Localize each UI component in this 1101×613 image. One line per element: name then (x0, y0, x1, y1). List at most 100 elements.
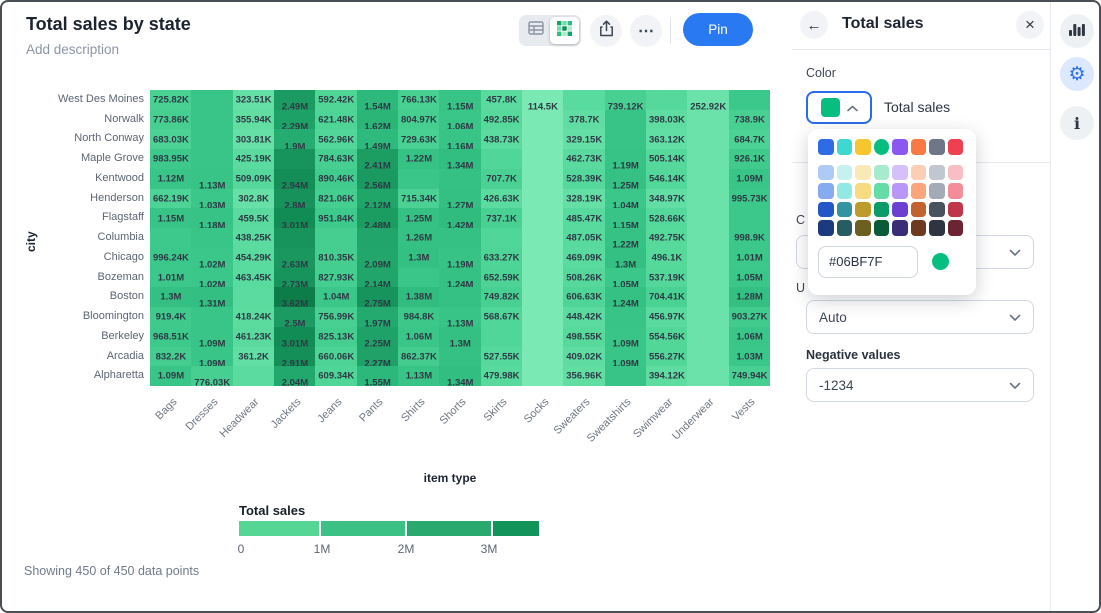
palette-swatch[interactable] (911, 220, 927, 236)
heatmap-cell[interactable]: 756.99K (315, 307, 357, 327)
palette-swatch[interactable] (892, 139, 908, 155)
heatmap-cell[interactable]: 2.49M (274, 90, 316, 110)
heatmap-cell[interactable]: 704.41K (646, 287, 688, 307)
heatmap-cell[interactable]: 606.63K (563, 287, 605, 307)
heatmap-cell[interactable] (233, 287, 275, 307)
heatmap-cell[interactable]: 462.73K (563, 149, 605, 169)
heatmap-cell[interactable] (687, 268, 729, 288)
heatmap-cell[interactable]: 1.15M (150, 208, 192, 228)
heatmap-cell[interactable] (687, 287, 729, 307)
heatmap-cell[interactable] (522, 110, 564, 130)
heatmap-cell[interactable]: 303.81K (233, 129, 275, 149)
heatmap-cell[interactable]: 1.34M (439, 366, 481, 386)
heatmap-cell[interactable]: 509.09K (233, 169, 275, 189)
heatmap-cell[interactable]: 1.19M (439, 248, 481, 268)
heatmap-cell[interactable]: 448.42K (563, 307, 605, 327)
heatmap-cell[interactable]: 2.5M (274, 307, 316, 327)
heatmap-cell[interactable] (274, 228, 316, 248)
heatmap-cell[interactable] (522, 189, 564, 209)
heatmap-cell[interactable]: 2.94M (274, 169, 316, 189)
palette-swatch[interactable] (948, 165, 964, 181)
heatmap-cell[interactable] (191, 129, 233, 149)
heatmap-cell[interactable] (522, 169, 564, 189)
palette-swatch[interactable] (855, 139, 871, 155)
heatmap-cell[interactable]: 729.63K (398, 129, 440, 149)
palette-swatch[interactable] (948, 220, 964, 236)
heatmap-cell[interactable]: 505.14K (646, 149, 688, 169)
heatmap-cell[interactable]: 554.56K (646, 327, 688, 347)
heatmap-cell[interactable]: 926.1K (729, 149, 771, 169)
heatmap-cell[interactable]: 1.9M (274, 129, 316, 149)
palette-swatch[interactable] (911, 183, 927, 199)
heatmap-cell[interactable] (481, 149, 523, 169)
heatmap-cell[interactable] (605, 307, 647, 327)
chart-panel-button[interactable] (1060, 14, 1094, 48)
heatmap-cell[interactable]: 1.49M (357, 129, 399, 149)
heatmap-cell[interactable]: 2.8M (274, 189, 316, 209)
heatmap-cell[interactable]: 252.92K (687, 90, 729, 110)
palette-swatch[interactable] (929, 183, 945, 199)
heatmap-cell[interactable]: 2.29M (274, 110, 316, 130)
heatmap-cell[interactable]: 2.48M (357, 208, 399, 228)
heatmap-cell[interactable]: 715.34K (398, 189, 440, 209)
palette-swatch[interactable] (837, 139, 853, 155)
heatmap-cell[interactable]: 683.03K (150, 129, 192, 149)
heatmap-cell[interactable]: 1.09M (729, 169, 771, 189)
heatmap-cell[interactable] (522, 327, 564, 347)
heatmap-cell[interactable]: 738.9K (729, 110, 771, 130)
heatmap-cell[interactable]: 832.2K (150, 347, 192, 367)
heatmap-cell[interactable]: 1.09M (191, 347, 233, 367)
heatmap-cell[interactable]: 1.09M (605, 327, 647, 347)
heatmap-cell[interactable]: 1.34M (439, 149, 481, 169)
heatmap-cell[interactable]: 1.25M (605, 169, 647, 189)
heatmap-cell[interactable]: 825.13K (315, 327, 357, 347)
heatmap-cell[interactable]: 1.22M (398, 149, 440, 169)
heatmap-cell[interactable]: 737.1K (481, 208, 523, 228)
palette-swatch[interactable] (837, 165, 853, 181)
palette-swatch[interactable] (911, 202, 927, 218)
heatmap-cell[interactable]: 479.98K (481, 366, 523, 386)
heatmap-cell[interactable]: 562.96K (315, 129, 357, 149)
heatmap-cell[interactable]: 1.3M (605, 248, 647, 268)
palette-swatch[interactable] (818, 139, 834, 155)
heatmap-cell[interactable] (439, 228, 481, 248)
heatmap-cell[interactable] (357, 228, 399, 248)
heatmap-cell[interactable] (481, 228, 523, 248)
share-button[interactable] (590, 15, 622, 47)
heatmap-cell[interactable] (687, 149, 729, 169)
heatmap-cell[interactable] (439, 347, 481, 367)
heatmap-cell[interactable]: 2.09M (357, 248, 399, 268)
heatmap-cell[interactable]: 461.23K (233, 327, 275, 347)
palette-swatch[interactable] (837, 220, 853, 236)
heatmap-cell[interactable]: 1.24M (439, 268, 481, 288)
heatmap-cell[interactable]: 804.97K (398, 110, 440, 130)
heatmap-cell[interactable]: 1.15M (605, 208, 647, 228)
heatmap-cell[interactable]: 951.84K (315, 208, 357, 228)
heatmap-cell[interactable] (687, 228, 729, 248)
palette-swatch[interactable] (929, 220, 945, 236)
heatmap-cell[interactable]: 398.03K (646, 110, 688, 130)
heatmap-cell[interactable]: 773.86K (150, 110, 192, 130)
heatmap-cell[interactable] (274, 149, 316, 169)
heatmap-cell[interactable]: 996.24K (150, 248, 192, 268)
palette-swatch[interactable] (818, 202, 834, 218)
palette-swatch[interactable] (929, 202, 945, 218)
info-button[interactable]: i (1060, 106, 1094, 140)
heatmap-cell[interactable]: 1.54M (357, 90, 399, 110)
heatmap-cell[interactable]: 355.94K (233, 110, 275, 130)
palette-swatch[interactable] (911, 165, 927, 181)
palette-swatch[interactable] (948, 139, 964, 155)
negative-values-dropdown[interactable]: -1234 (806, 368, 1034, 402)
palette-swatch[interactable] (837, 183, 853, 199)
heatmap-cell[interactable] (687, 208, 729, 228)
heatmap-cell[interactable]: 496.1K (646, 248, 688, 268)
heatmap-cell[interactable] (191, 228, 233, 248)
heatmap-cell[interactable]: 2.12M (357, 189, 399, 209)
palette-swatch[interactable] (911, 139, 927, 155)
palette-swatch[interactable] (818, 165, 834, 181)
heatmap-cell[interactable]: 1.05M (729, 268, 771, 288)
pin-button[interactable]: Pin (683, 13, 753, 46)
color-swatch-button[interactable] (806, 91, 872, 124)
heatmap-cell[interactable]: 568.67K (481, 307, 523, 327)
heatmap-cell[interactable]: 1.27M (439, 189, 481, 209)
